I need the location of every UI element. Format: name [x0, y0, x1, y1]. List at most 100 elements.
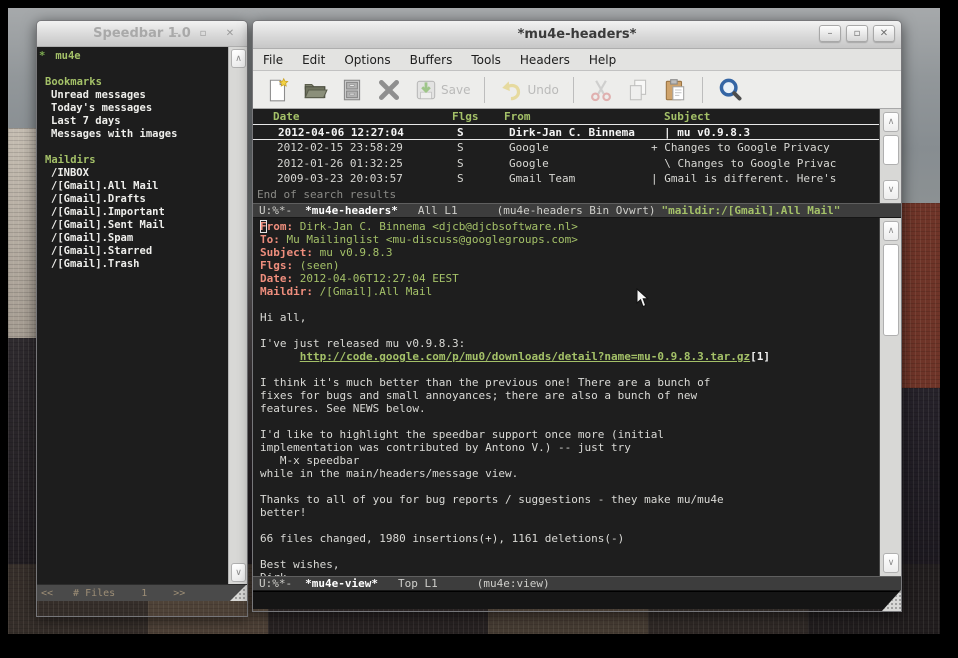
- headers-modeline: U:%*-*mu4e-headers*All L1(mu4e-headers B…: [253, 203, 901, 218]
- scroll-down-icon[interactable]: ∨: [231, 563, 246, 582]
- field-value: Mu Mailinglist <mu-discuss@googlegroups.…: [280, 233, 578, 246]
- message-field: Subject: mu v0.9.8.3: [260, 246, 877, 259]
- speedbar-item[interactable]: Last 7 days: [37, 115, 228, 128]
- header-row[interactable]: 2009-03-23 20:03:57SGmail Team| Gmail is…: [253, 171, 901, 187]
- file-cabinet-button[interactable]: [339, 77, 365, 103]
- field-label: Date:: [260, 272, 293, 285]
- speedbar-scrollbar[interactable]: ∧ ∨: [228, 47, 247, 584]
- paste-button[interactable]: [662, 77, 688, 103]
- cut-button[interactable]: [588, 77, 614, 103]
- speedbar-item[interactable]: /[Gmail].Drafts: [37, 193, 228, 206]
- speedbar-item[interactable]: Unread messages: [37, 89, 228, 102]
- field-label: Maildir:: [260, 285, 313, 298]
- body-line: features. See NEWS below.: [260, 402, 877, 415]
- close-button[interactable]: ✕: [873, 25, 895, 42]
- body-line: I'd like to highlight the speedbar suppo…: [260, 428, 877, 441]
- speedbar-item[interactable]: /[Gmail].Starred: [37, 245, 228, 258]
- speedbar-item[interactable]: /[Gmail].Trash: [37, 258, 228, 271]
- column-flags[interactable]: Flgs: [452, 109, 479, 125]
- close-buffer-button[interactable]: [376, 77, 402, 103]
- headers-pane: Date Flgs From Subject2012-04-06 12:27:04SD…: [253, 109, 901, 203]
- speedbar-item[interactable]: /[Gmail].Spam: [37, 232, 228, 245]
- message-pane: From: Dirk-Jan C. Binnema <djcb@djcbsoft…: [253, 218, 901, 576]
- scroll-up-icon[interactable]: ∧: [231, 49, 246, 68]
- copy-button[interactable]: [625, 77, 651, 103]
- open-folder-button[interactable]: [302, 77, 328, 103]
- cut-icon: [588, 77, 614, 103]
- scroll-up-icon[interactable]: ∧: [883, 221, 899, 241]
- text-cursor: F: [260, 220, 267, 233]
- menu-item-buffers[interactable]: Buffers: [410, 53, 453, 67]
- column-subject[interactable]: Subject: [664, 109, 710, 125]
- field-value: (seen): [293, 259, 339, 272]
- column-from[interactable]: From: [504, 109, 531, 125]
- toolbar-separator: [702, 77, 703, 103]
- speedbar-prev-button[interactable]: <<: [41, 588, 53, 599]
- toolbar-separator: [484, 77, 485, 103]
- file-cabinet-icon: [339, 77, 365, 103]
- minimize-button[interactable]: –: [819, 25, 841, 42]
- expand-star-icon[interactable]: *: [39, 50, 45, 62]
- menu-item-options[interactable]: Options: [344, 53, 390, 67]
- speedbar-files-label[interactable]: # Files: [73, 588, 115, 599]
- body-line: 66 files changed, 1980 insertions(+), 11…: [260, 532, 877, 545]
- body-line: [260, 519, 877, 532]
- scroll-down-icon[interactable]: ∨: [883, 180, 899, 200]
- row-flags: S: [457, 125, 464, 141]
- row-subject: \ Changes to Google Privac: [651, 156, 836, 172]
- field-value: 2012-04-06T12:27:04 EEST: [293, 272, 459, 285]
- header-row[interactable]: 2012-01-26 01:32:25SGoogle \ Changes to …: [253, 156, 901, 172]
- search-button[interactable]: [717, 76, 745, 104]
- scrollbar-thumb[interactable]: [883, 135, 899, 165]
- minimize-button[interactable]: –: [165, 25, 187, 42]
- scroll-down-icon[interactable]: ∨: [883, 553, 899, 573]
- header-row[interactable]: 2012-04-06 12:27:04SDirk-Jan C. Binnema|…: [253, 125, 901, 141]
- message-scrollbar[interactable]: ∧ ∨: [879, 218, 901, 576]
- new-file-button[interactable]: [265, 77, 291, 103]
- body-line: fixes for bugs and small annoyances; the…: [260, 389, 877, 402]
- view-modeline: U:%*-*mu4e-view*Top L1(mu4e:view): [253, 576, 901, 591]
- menubar: File Edit Options Buffers Tools Headers Help: [253, 49, 901, 71]
- body-line: Best wishes,: [260, 558, 877, 571]
- scrollbar-thumb[interactable]: [883, 244, 899, 336]
- menu-item-tools[interactable]: Tools: [471, 53, 501, 67]
- speedbar-item[interactable]: Today's messages: [37, 102, 228, 115]
- maximize-button[interactable]: ▫: [846, 25, 868, 42]
- speedbar-heading-bookmarks: Bookmarks: [37, 76, 228, 89]
- menu-item-help[interactable]: Help: [589, 53, 616, 67]
- modeline-flags: U:%*-: [259, 577, 292, 590]
- emacs-window: *mu4e-headers* – ▫ ✕ File Edit Options Buff…: [252, 20, 902, 612]
- save-button[interactable]: Save: [413, 77, 470, 103]
- message-field: Flgs: (seen): [260, 259, 877, 272]
- close-button[interactable]: ✕: [219, 25, 241, 42]
- column-date[interactable]: Date: [273, 109, 300, 125]
- headers-scrollbar[interactable]: ∧ ∨: [879, 109, 901, 203]
- speedbar-item[interactable]: /INBOX: [37, 167, 228, 180]
- menu-item-file[interactable]: File: [263, 53, 283, 67]
- undo-button[interactable]: Undo: [499, 77, 558, 103]
- speedbar-next-button[interactable]: >>: [173, 588, 185, 599]
- resize-grip[interactable]: [230, 584, 247, 601]
- speedbar-root-mu4e[interactable]: *mu4e: [37, 50, 228, 63]
- scroll-up-icon[interactable]: ∧: [883, 112, 899, 132]
- body-line: [260, 480, 877, 493]
- echo-area[interactable]: [253, 591, 901, 609]
- field-value: Dirk-Jan C. Binnema <djcb@djcbsoftware.n…: [293, 220, 578, 233]
- maximize-button[interactable]: ▫: [192, 25, 214, 42]
- speedbar-item[interactable]: /[Gmail].All Mail: [37, 180, 228, 193]
- menu-item-headers[interactable]: Headers: [520, 53, 570, 67]
- field-label: Flgs:: [260, 259, 293, 272]
- header-row[interactable]: 2012-02-15 23:58:29SGoogle+ Changes to G…: [253, 140, 901, 156]
- speedbar-titlebar[interactable]: Speedbar 1.0 – ▫ ✕: [37, 21, 247, 47]
- message-link[interactable]: http://code.google.com/p/mu0/downloads/d…: [300, 350, 750, 363]
- body-line: Dirk.: [260, 571, 877, 576]
- speedbar-item[interactable]: /[Gmail].Important: [37, 206, 228, 219]
- message-field: To: Mu Mailinglist <mu-discuss@googlegro…: [260, 233, 877, 246]
- speedbar-heading-maildirs: Maildirs: [37, 154, 228, 167]
- menu-item-edit[interactable]: Edit: [302, 53, 325, 67]
- emacs-titlebar[interactable]: *mu4e-headers* – ▫ ✕: [253, 21, 901, 49]
- speedbar-item[interactable]: /[Gmail].Sent Mail: [37, 219, 228, 232]
- paste-icon: [662, 77, 688, 103]
- speedbar-item[interactable]: Messages with images: [37, 128, 228, 141]
- modeline-position: Top L1: [398, 577, 438, 590]
